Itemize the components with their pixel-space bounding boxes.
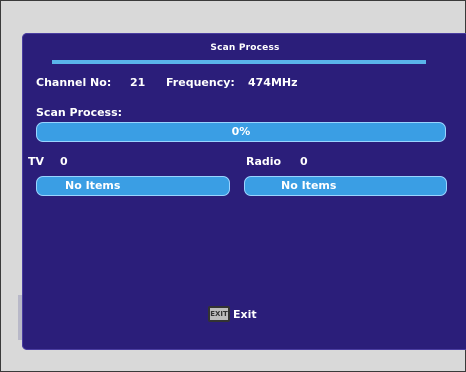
radio-count: 0 bbox=[300, 155, 308, 168]
radio-status-text: No Items bbox=[281, 179, 337, 192]
scan-process-label: Scan Process: bbox=[36, 106, 123, 119]
radio-list-box: No Items bbox=[244, 176, 447, 196]
frequency-value: 474MHz bbox=[248, 76, 298, 89]
channel-no-value: 21 bbox=[130, 76, 146, 89]
screen-title: Scan Process bbox=[210, 43, 280, 53]
tv-status-text: No Items bbox=[65, 179, 121, 192]
frequency-label: Frequency: bbox=[166, 76, 235, 89]
exit-key-button[interactable]: EXIT bbox=[208, 306, 230, 322]
scan-process-screen: Scan Process Channel No: 21 Frequency: 4… bbox=[22, 33, 466, 350]
tv-label: TV bbox=[28, 155, 45, 168]
title-underline bbox=[52, 60, 426, 64]
tv-list-box: No Items bbox=[36, 176, 230, 196]
radio-label: Radio bbox=[246, 155, 282, 168]
scan-progress-bar: 0% bbox=[36, 122, 446, 142]
tv-count: 0 bbox=[60, 155, 68, 168]
progress-percent-text: 0% bbox=[231, 125, 251, 138]
channel-no-label: Channel No: bbox=[36, 76, 112, 89]
exit-label: Exit bbox=[233, 308, 257, 321]
